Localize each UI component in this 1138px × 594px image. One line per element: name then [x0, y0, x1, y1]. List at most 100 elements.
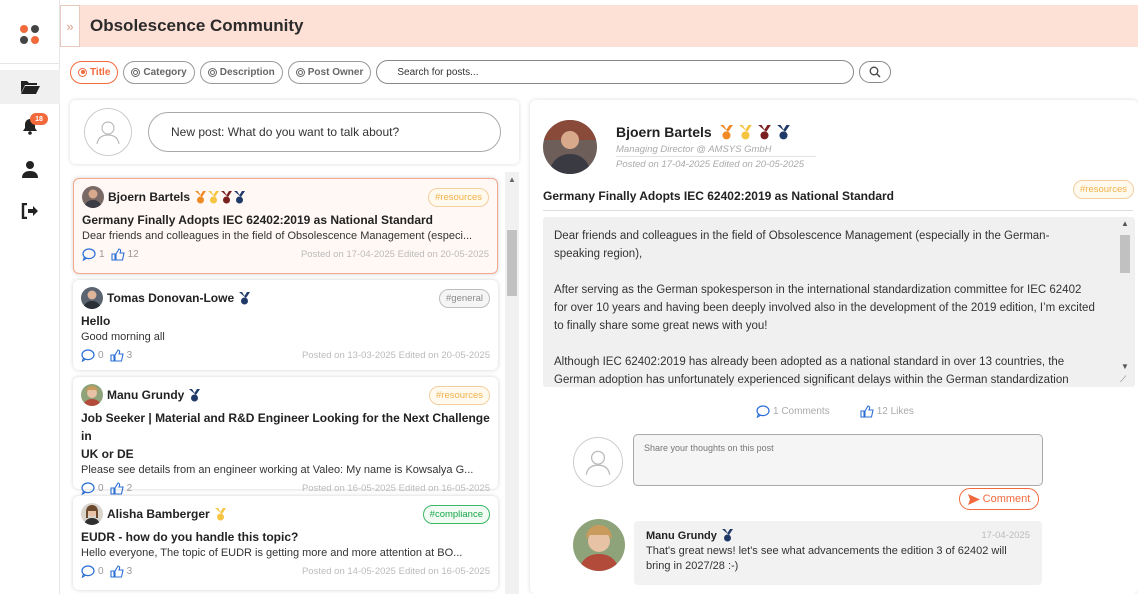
- resize-handle-icon[interactable]: ⟋: [1120, 374, 1126, 385]
- post-title-line: UK or DE: [81, 447, 134, 461]
- post-card[interactable]: Tomas Donovan-Lowe #general Hello Good m…: [73, 280, 498, 370]
- like-count[interactable]: 12: [111, 247, 139, 261]
- comment-button[interactable]: Comment: [959, 488, 1039, 510]
- comment-count[interactable]: 1 Comments: [756, 405, 830, 418]
- comment-count-value: 0: [98, 565, 104, 577]
- like-count-label: 12 Likes: [876, 406, 914, 417]
- comment-icon: [81, 348, 95, 362]
- scroll-up-arrow-icon[interactable]: ▲: [1121, 219, 1129, 228]
- thumbs-up-icon: [110, 481, 124, 495]
- comment-icon: [81, 564, 95, 578]
- scrollbar-thumb[interactable]: [507, 230, 517, 296]
- post-excerpt: Good morning all: [81, 331, 165, 343]
- post-title: Germany Finally Adopts IEC 62402:2019 as…: [82, 213, 434, 227]
- post-dates: Posted on 17-04-2025 Edited on 20-05-202…: [616, 159, 805, 170]
- avatar: [81, 287, 103, 309]
- post-dates: Posted on 16-05-2025 Edited on 16-05-202…: [301, 482, 490, 494]
- comment-count[interactable]: 0: [81, 348, 104, 362]
- filter-post-owner[interactable]: Post Owner: [287, 60, 372, 84]
- feed-scrollbar[interactable]: ▲: [505, 172, 519, 594]
- filter-title-label: Title: [90, 66, 111, 78]
- comment-count-value: 1: [99, 248, 105, 260]
- send-icon: [967, 493, 980, 505]
- user-icon: [22, 161, 38, 178]
- avatar: [84, 108, 132, 156]
- rail-item-notifications[interactable]: 18: [0, 109, 60, 143]
- search-input[interactable]: [376, 60, 855, 84]
- post-paragraph: Dear friends and colleagues in the field…: [554, 230, 1050, 260]
- like-count-value: 3: [126, 349, 133, 361]
- filter-description[interactable]: Description: [199, 60, 283, 84]
- category-tag[interactable]: #compliance: [422, 504, 490, 524]
- radio-unchecked-icon: [295, 67, 305, 77]
- medal-icon: [239, 291, 251, 304]
- rail-item-posts[interactable]: [0, 70, 60, 104]
- comment-count-value: 0: [98, 349, 104, 361]
- post-card[interactable]: Alisha Bamberger #compliance EUDR - how …: [73, 496, 498, 590]
- post-feed: Bjoern Bartels #resources Germany Finall…: [70, 172, 522, 594]
- author-role: Managing Director @ AMSYS GmbH: [616, 144, 816, 157]
- comment-count[interactable]: 0: [81, 564, 104, 578]
- medal-list: [719, 124, 790, 140]
- like-count-value: 3: [126, 565, 133, 577]
- medal-icon: [721, 529, 733, 542]
- post-body-scrollbar[interactable]: ▲ ▼ ⟋: [1117, 218, 1132, 386]
- comment-date: 17-04-2025: [981, 530, 1030, 541]
- rail-item-profile[interactable]: [0, 152, 60, 186]
- new-post-input[interactable]: New post: What do you want to talk about…: [148, 112, 501, 152]
- detail-title: Germany Finally Adopts IEC 62402:2019 as…: [543, 189, 895, 203]
- page-title: Obsolescence Community: [90, 16, 304, 35]
- medal-icon: [776, 124, 790, 139]
- comment-count-value: 0: [98, 482, 104, 494]
- category-tag[interactable]: #resources: [428, 187, 489, 207]
- scroll-down-arrow-icon[interactable]: ▼: [1121, 362, 1129, 371]
- radio-unchecked-icon: [207, 67, 217, 77]
- post-title-line: Job Seeker | Material and R&D Engineer L…: [81, 411, 490, 443]
- comment-button-label: Comment: [982, 493, 1031, 505]
- search-button[interactable]: [859, 61, 892, 83]
- post-excerpt: Hello everyone, The topic of EUDR is get…: [81, 547, 463, 559]
- post-card[interactable]: Manu Grundy #resources Job Seeker | Mate…: [73, 377, 498, 495]
- divider: [543, 210, 1133, 211]
- new-post-composer: New post: What do you want to talk about…: [70, 100, 519, 164]
- rail-item-logout[interactable]: [0, 194, 60, 228]
- thumbs-up-icon: [111, 247, 125, 261]
- filter-title[interactable]: Title: [70, 60, 119, 84]
- post-author: Bjoern Bartels: [108, 190, 191, 204]
- category-tag[interactable]: #resources: [1073, 180, 1134, 199]
- detail-author: Bjoern Bartels: [616, 124, 790, 140]
- medal-icon: [208, 190, 220, 203]
- like-count[interactable]: 3: [110, 564, 133, 578]
- medal-icon: [214, 507, 226, 520]
- detail-author-name: Bjoern Bartels: [616, 124, 712, 140]
- filter-category[interactable]: Category: [123, 60, 195, 84]
- medal-list: [214, 507, 226, 521]
- app-logo[interactable]: [20, 25, 40, 45]
- category-tag[interactable]: #general: [439, 288, 490, 308]
- like-count[interactable]: 12 Likes: [860, 405, 914, 418]
- avatar: [573, 519, 625, 571]
- avatar: [82, 186, 104, 208]
- avatar: [81, 503, 103, 525]
- like-count-value: 2: [126, 482, 133, 494]
- comment-input[interactable]: [633, 434, 1043, 486]
- post-body[interactable]: Dear friends and colleagues in the field…: [543, 217, 1135, 387]
- comment-author: Manu Grundy: [646, 529, 717, 542]
- like-count[interactable]: 2: [110, 481, 133, 495]
- category-tag[interactable]: #resources: [429, 385, 490, 405]
- filter-description-label: Description: [219, 66, 275, 78]
- scroll-up-arrow-icon[interactable]: ▲: [508, 175, 516, 184]
- filter-category-label: Category: [143, 66, 187, 78]
- comment-icon: [82, 247, 96, 261]
- post-author: Manu Grundy: [107, 388, 185, 402]
- post-paragraph: After serving as the German spokesperson…: [554, 284, 1095, 332]
- comment-count[interactable]: 0: [81, 481, 104, 495]
- expand-sidebar-button[interactable]: »: [60, 5, 80, 47]
- post-card[interactable]: Bjoern Bartels #resources Germany Finall…: [73, 178, 498, 274]
- notification-badge: 18: [30, 113, 48, 125]
- scrollbar-thumb[interactable]: [1120, 235, 1130, 273]
- like-count[interactable]: 3: [110, 348, 133, 362]
- double-chevron-right-icon: »: [66, 18, 74, 34]
- thumbs-up-icon: [860, 405, 874, 418]
- comment-count[interactable]: 1: [82, 247, 105, 261]
